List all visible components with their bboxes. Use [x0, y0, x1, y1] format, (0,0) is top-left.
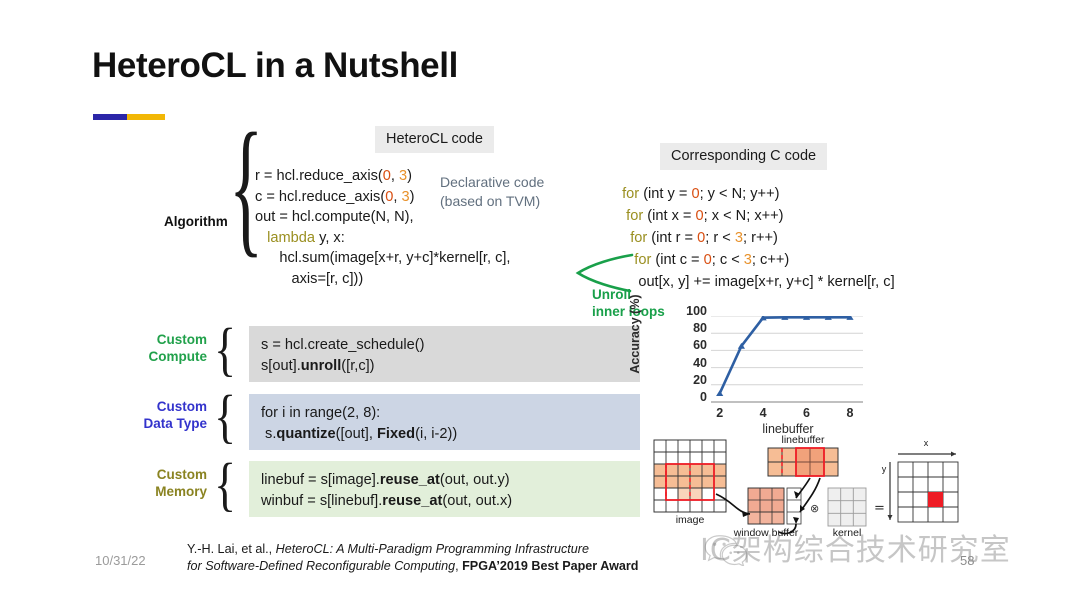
chart-y-ticks: 100 80 60 40 20 0	[671, 304, 707, 404]
chart-x-tick: 8	[846, 406, 854, 420]
label-x-axis: x	[923, 438, 929, 448]
label-linebuffer: linebuffer	[781, 434, 825, 446]
accent-segment-yellow	[127, 114, 165, 120]
code-line: s[out].unroll([r,c])	[261, 358, 375, 374]
custom-memory-brace: {	[214, 451, 237, 517]
chart-data-point	[716, 390, 724, 396]
linebuffer-window-solid	[795, 447, 825, 477]
custom-datatype-brace: {	[214, 383, 237, 449]
declarative-note: Declarative code (based on TVM)	[440, 174, 545, 209]
code-line: for (int y = 0; y < N; y++)	[622, 186, 780, 202]
citation: Y.-H. Lai, et al., HeteroCL: A Multi-Par…	[187, 541, 639, 574]
code-line: for (int c = 0; c < 3; c++)	[634, 252, 790, 268]
image-grid	[653, 439, 727, 513]
custom-memory-label: Custom Memory	[155, 467, 207, 499]
code-line: s.quantize([out], Fixed(i, i-2))	[261, 426, 458, 442]
chart-y-tick: 40	[693, 355, 707, 370]
label-y-axis: y	[881, 464, 887, 474]
code-line: lambda y, x:	[267, 229, 345, 246]
window-buffer-grid	[747, 487, 785, 525]
label-window-buffer: window buffer	[733, 527, 799, 539]
conv-operator-icon: ⊗	[810, 502, 819, 515]
chart-series-line	[718, 315, 850, 394]
memory-reuse-diagram: ⊗ = image linebuffer window buffer kerne…	[650, 432, 1000, 542]
footer-date: 10/31/22	[95, 553, 146, 568]
custom-compute-code-box: s = hcl.create_schedule() s[out].unroll([…	[249, 326, 640, 382]
c-code-block: for (int y = 0; y < N; y++) for (int x =…	[614, 183, 895, 293]
citation-authors: Y.-H. Lai, et al.,	[187, 542, 276, 556]
label-image: image	[675, 514, 705, 526]
custom-datatype-label: Custom Data Type	[143, 399, 207, 431]
custom-compute-brace: {	[214, 316, 237, 382]
chart-x-tick: 2	[716, 406, 724, 420]
citation-venue: FPGA’2019 Best Paper Award	[462, 558, 639, 573]
chart-x-tick: 6	[803, 406, 811, 420]
algorithm-label: Algorithm	[164, 214, 228, 229]
chart-svg	[711, 314, 863, 403]
page-number: 58	[960, 553, 975, 568]
code-line: winbuf = s[linebuf].reuse_at(out, out.x)	[261, 493, 513, 509]
chart-y-tick: 80	[693, 321, 707, 336]
chart-plot-area	[711, 314, 863, 403]
slide-root: HeteroCL in a Nutshell HeteroCL code Cor…	[0, 0, 1080, 589]
code-line: for (int r = 0; r < 3; r++)	[630, 230, 778, 246]
code-line: linebuf = s[image].reuse_at(out, out.y)	[261, 472, 510, 488]
kernel-grid	[827, 487, 867, 527]
code-line: axis=[r, c]))	[255, 270, 364, 287]
output-highlight-cell	[928, 492, 943, 507]
equals-sign: =	[874, 501, 885, 516]
accent-segment-blue	[93, 114, 127, 120]
citation-title-part1: HeteroCL: A Multi-Paradigm Programming I…	[275, 542, 589, 556]
chip-heterocl-code: HeteroCL code	[375, 126, 494, 153]
accuracy-chart: Accuracy (%) 100 80 60 40 20 0 2468 linebuffe…	[628, 294, 869, 437]
chart-y-tick: 20	[693, 372, 707, 387]
chart-y-tick: 100	[686, 304, 707, 318]
chart-y-axis-label: Accuracy (%)	[628, 294, 642, 374]
code-line: for i in range(2, 8):	[261, 405, 381, 421]
label-kernel: kernel	[832, 527, 862, 539]
code-line: hcl.sum(image[x+r, y+c]*kernel[r, c],	[255, 250, 511, 266]
title-accent-bar	[93, 114, 165, 120]
chart-y-tick: 0	[700, 390, 707, 404]
citation-title-part2: for Software-Defined Reconfigurable Comp…	[187, 558, 456, 573]
chip-c-code: Corresponding C code	[660, 143, 828, 170]
chart-x-tick: 4	[759, 406, 767, 420]
chart-y-tick: 60	[693, 338, 707, 353]
custom-compute-label: Custom Compute	[148, 332, 208, 364]
code-line: for (int x = 0; x < N; x++)	[626, 208, 784, 224]
custom-memory-code-box: linebuf = s[image].reuse_at(out, out.y) w…	[249, 461, 640, 517]
code-line: s = hcl.create_schedule()	[261, 337, 425, 353]
custom-datatype-code-box: for i in range(2, 8): s.quantize([out], …	[249, 394, 640, 450]
page-title: HeteroCL in a Nutshell	[92, 46, 458, 85]
